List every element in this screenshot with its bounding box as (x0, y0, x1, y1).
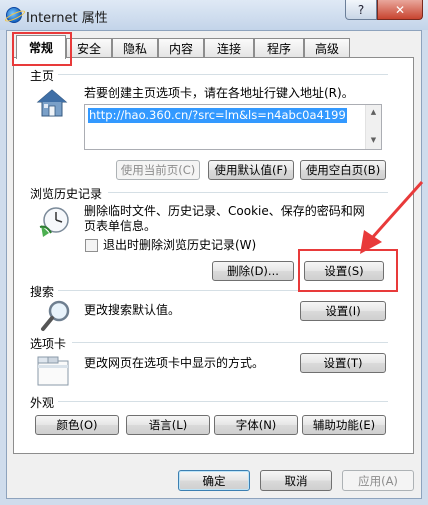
search-section-divider (58, 290, 388, 291)
home-page-url-text: http://hao.360.cn/?src=lm&ls=n4abc0a4199 (88, 108, 347, 123)
scroll-down-arrow-icon[interactable]: ▼ (366, 133, 381, 147)
delete-history-button[interactable]: 删除(D)... (212, 261, 294, 281)
internet-explorer-icon (6, 7, 22, 23)
tabs-settings-button[interactable]: 设置(T) (300, 353, 386, 373)
url-scrollbar[interactable]: ▲ ▼ (365, 105, 381, 149)
appearance-section-divider (58, 401, 388, 402)
search-section-label: 搜索 (30, 285, 55, 299)
help-button[interactable]: ? (345, 0, 377, 20)
tabs-section-divider (72, 342, 388, 343)
tabbed-window-icon (37, 356, 69, 386)
window-title: Internet 属性 (26, 11, 108, 26)
tab-connections[interactable]: 连接 (204, 38, 254, 58)
appearance-section-label: 外观 (30, 396, 55, 410)
use-default-button[interactable]: 使用默认值(F) (208, 160, 294, 180)
house-icon (36, 89, 68, 117)
apply-button[interactable]: 应用(A) (342, 470, 414, 491)
home-description: 若要创建主页选项卡，请在各地址行键入地址(R)。 (84, 86, 354, 100)
magnifier-icon (41, 300, 70, 331)
use-blank-button[interactable]: 使用空白页(B) (300, 160, 386, 180)
tabs-section-label: 选项卡 (30, 337, 67, 351)
tab-programs[interactable]: 程序 (254, 38, 304, 58)
tab-content[interactable]: 内容 (158, 38, 204, 58)
annotation-arrow (360, 181, 424, 254)
search-settings-button[interactable]: 设置(I) (300, 301, 386, 321)
tab-security[interactable]: 安全 (66, 38, 112, 58)
tab-general[interactable]: 常规 (16, 35, 66, 59)
home-page-url-field[interactable]: http://hao.360.cn/?src=lm&ls=n4abc0a4199… (84, 104, 382, 150)
title-bar[interactable]: Internet 属性 ? ✕ (0, 0, 428, 30)
languages-button[interactable]: 语言(L) (126, 415, 210, 435)
search-description: 更改搜索默认值。 (84, 303, 181, 317)
home-section-divider (58, 74, 388, 75)
history-settings-button[interactable]: 设置(S) (304, 261, 384, 281)
fonts-button[interactable]: 字体(N) (214, 415, 298, 435)
accessibility-button[interactable]: 辅助功能(E) (302, 415, 386, 435)
tab-privacy[interactable]: 隐私 (112, 38, 158, 58)
delete-on-exit-checkbox[interactable] (85, 239, 98, 252)
scroll-up-arrow-icon[interactable]: ▲ (366, 105, 381, 119)
colors-button[interactable]: 颜色(O) (35, 415, 119, 435)
history-description: 删除临时文件、历史记录、Cookie、保存的密码和网页表单信息。 (84, 204, 365, 233)
tabs-description: 更改网页在选项卡中显示的方式。 (84, 356, 265, 370)
close-button[interactable]: ✕ (377, 0, 423, 20)
tab-advanced[interactable]: 高级 (304, 38, 350, 58)
history-section-label: 浏览历史记录 (30, 187, 103, 201)
delete-on-exit-label[interactable]: 退出时删除浏览历史记录(W) (103, 238, 256, 253)
home-section-label: 主页 (30, 69, 55, 83)
cancel-button[interactable]: 取消 (260, 470, 332, 491)
use-current-button[interactable]: 使用当前页(C) (116, 160, 200, 180)
ok-button[interactable]: 确定 (178, 470, 250, 491)
history-clock-icon (39, 207, 69, 237)
